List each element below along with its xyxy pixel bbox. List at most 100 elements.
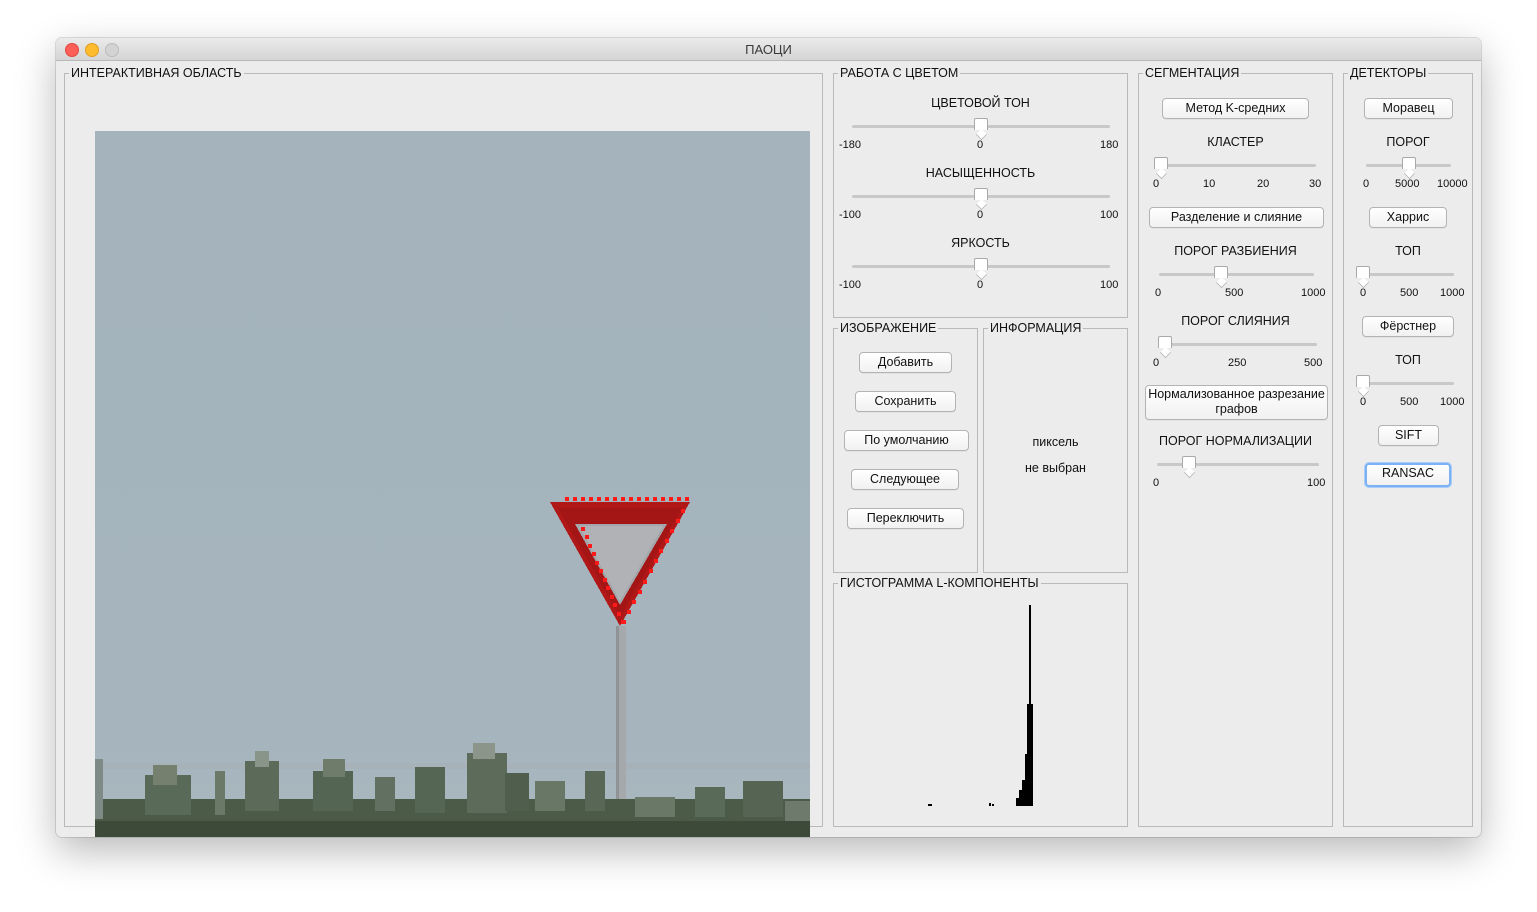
- title-bar: ПАОЦИ: [56, 38, 1481, 61]
- edge-marker: [599, 569, 603, 573]
- edge-marker: [685, 497, 689, 501]
- pixel-info-line1: пиксель: [1032, 435, 1079, 449]
- forstner-top-slider[interactable]: [1356, 374, 1454, 394]
- edge-marker: [606, 586, 610, 590]
- kmeans-button[interactable]: Метод K-средних: [1162, 98, 1309, 119]
- threshold-slider[interactable]: [1366, 156, 1451, 176]
- cluster-tick-30: 30: [1309, 178, 1322, 190]
- edge-marker: [665, 539, 669, 543]
- add-button[interactable]: Добавить: [859, 352, 952, 373]
- edge-marker: [654, 559, 658, 563]
- cluster-tick-0: 0: [1153, 178, 1160, 190]
- brightness-mid-tick: 0: [977, 279, 984, 291]
- road-sign-image: [95, 131, 810, 837]
- edge-marker: [621, 497, 625, 501]
- hue-max-tick: 180: [1100, 139, 1119, 151]
- forstner-top-slider-thumb[interactable]: [1356, 375, 1370, 387]
- edge-marker: [627, 610, 631, 614]
- hue-mid-tick: 0: [977, 139, 984, 151]
- merge-threshold-tick-500: 500: [1304, 357, 1323, 369]
- moravec-button[interactable]: Моравец: [1364, 98, 1453, 119]
- harris-top-slider-thumb[interactable]: [1356, 266, 1370, 278]
- edge-marker: [676, 519, 680, 523]
- detectors-panel: ДЕТЕКТОРЫ Моравец ПОРОГ 0 5000 10000 Хар…: [1343, 65, 1473, 827]
- merge-threshold-slider[interactable]: [1158, 335, 1317, 355]
- brightness-min-tick: -100: [839, 279, 862, 291]
- edge-marker: [637, 497, 641, 501]
- split-threshold-slider[interactable]: [1159, 265, 1314, 285]
- threshold-label: ПОРОГ: [1386, 135, 1430, 149]
- saturation-min-tick: -100: [839, 209, 862, 221]
- edge-marker: [581, 497, 585, 501]
- edge-marker: [681, 509, 685, 513]
- edge-marker: [605, 497, 609, 501]
- forstner-top-label: ТОП: [1395, 353, 1421, 367]
- edge-marker: [632, 600, 636, 604]
- histogram-plot: [928, 605, 1033, 806]
- norm-threshold-slider[interactable]: [1157, 455, 1319, 475]
- edge-marker: [603, 578, 607, 582]
- edge-marker: [669, 497, 673, 501]
- next-button[interactable]: Следующее: [851, 469, 959, 490]
- color-panel: РАБОТА С ЦВЕТОМ ЦВЕТОВОЙ ТОН -180 0 180 …: [833, 65, 1128, 318]
- harris-top-tick-0: 0: [1360, 287, 1367, 299]
- merge-threshold-label: ПОРОГ СЛИЯНИЯ: [1181, 314, 1290, 328]
- edge-marker: [638, 590, 642, 594]
- split-threshold-slider-thumb[interactable]: [1214, 266, 1228, 278]
- edge-marker: [610, 595, 614, 599]
- detectors-panel-title: ДЕТЕКТОРЫ: [1348, 65, 1429, 81]
- save-button[interactable]: Сохранить: [855, 391, 956, 412]
- edge-marker: [653, 497, 657, 501]
- forstner-top-tick-500: 500: [1400, 396, 1419, 408]
- edge-marker: [613, 497, 617, 501]
- segmentation-panel: СЕГМЕНТАЦИЯ Метод K-средних КЛАСТЕР 0 10…: [1138, 65, 1333, 827]
- norm-threshold-slider-thumb[interactable]: [1182, 456, 1197, 468]
- merge-threshold-tick-0: 0: [1153, 357, 1160, 369]
- forstner-button[interactable]: Фёрстнер: [1362, 316, 1454, 337]
- edge-marker: [588, 544, 592, 548]
- info-panel: ИНФОРМАЦИЯ пиксель не выбран: [983, 320, 1128, 573]
- saturation-max-tick: 100: [1100, 209, 1119, 221]
- threshold-slider-thumb[interactable]: [1401, 157, 1416, 169]
- cluster-slider-thumb[interactable]: [1154, 157, 1168, 169]
- harris-top-slider[interactable]: [1356, 265, 1454, 285]
- interactive-area-title: ИНТЕРАКТИВНАЯ ОБЛАСТЬ: [69, 65, 244, 81]
- edge-marker: [581, 527, 585, 531]
- merge-threshold-tick-250: 250: [1228, 357, 1247, 369]
- edge-marker: [677, 497, 681, 501]
- pixel-info-line2: не выбран: [1025, 461, 1086, 475]
- histogram-panel: ГИСТОГРАММА L-КОМПОНЕНТЫ: [833, 575, 1128, 827]
- brightness-slider[interactable]: [852, 257, 1110, 277]
- threshold-tick-10000: 10000: [1437, 178, 1468, 190]
- switch-button[interactable]: Переключить: [847, 508, 964, 529]
- split-threshold-tick-500: 500: [1225, 287, 1244, 299]
- segmentation-panel-title: СЕГМЕНТАЦИЯ: [1143, 65, 1242, 81]
- harris-top-label: ТОП: [1395, 244, 1421, 258]
- saturation-label: НАСЫЩЕННОСТЬ: [925, 166, 1036, 180]
- default-button[interactable]: По умолчанию: [844, 430, 969, 451]
- saturation-mid-tick: 0: [977, 209, 984, 221]
- cluster-slider[interactable]: [1154, 156, 1316, 176]
- edge-marker: [629, 497, 633, 501]
- brightness-slider-thumb[interactable]: [974, 258, 988, 270]
- merge-threshold-slider-thumb[interactable]: [1158, 336, 1173, 348]
- split-merge-button[interactable]: Разделение и слияние: [1149, 207, 1324, 228]
- split-threshold-tick-0: 0: [1155, 287, 1162, 299]
- edge-marker: [585, 535, 589, 539]
- edge-marker: [643, 580, 647, 584]
- edge-marker: [613, 603, 617, 607]
- harris-button[interactable]: Харрис: [1369, 207, 1447, 228]
- edge-marker: [573, 497, 577, 501]
- saturation-slider-thumb[interactable]: [974, 188, 988, 200]
- forstner-top-tick-0: 0: [1360, 396, 1367, 408]
- hue-slider[interactable]: [852, 117, 1110, 137]
- app-window: ПАОЦИ ИНТЕРАКТИВНАЯ ОБЛАСТЬ РАБОТА С ЦВЕ…: [56, 38, 1481, 837]
- saturation-slider[interactable]: [852, 187, 1110, 207]
- image-canvas[interactable]: [95, 131, 810, 837]
- edge-marker: [592, 552, 596, 556]
- normalized-cut-button[interactable]: Нормализованное разрезание графов: [1145, 385, 1328, 420]
- ransac-button[interactable]: RANSAC: [1365, 463, 1451, 487]
- hue-slider-thumb[interactable]: [974, 118, 988, 130]
- sift-button[interactable]: SIFT: [1378, 425, 1439, 446]
- edge-marker: [622, 620, 626, 624]
